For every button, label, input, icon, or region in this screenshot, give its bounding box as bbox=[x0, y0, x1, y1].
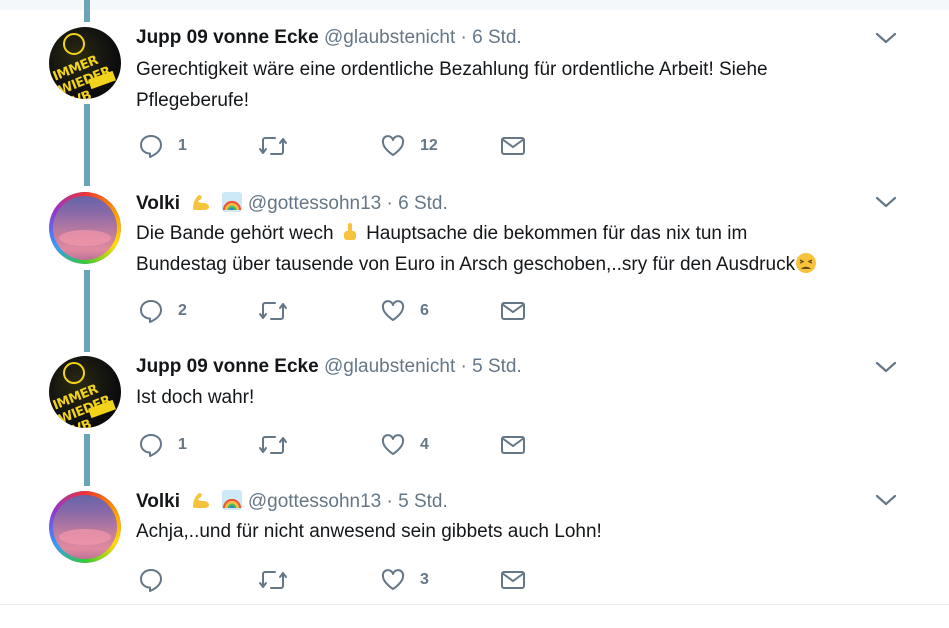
decoration bbox=[59, 230, 111, 246]
rainbow-emoji bbox=[221, 192, 242, 212]
envelope-icon bbox=[501, 137, 525, 155]
bottom-divider bbox=[0, 604, 949, 605]
reply-count: 2 bbox=[178, 302, 187, 319]
reply-button[interactable]: 2 bbox=[138, 297, 187, 325]
tweet-text-line: Bundestag über tausende von Euro in Arsc… bbox=[136, 249, 916, 280]
chevron-down-icon[interactable] bbox=[875, 360, 897, 374]
pointing-up-emoji bbox=[343, 223, 356, 240]
like-button[interactable]: 6 bbox=[380, 297, 429, 325]
avatar[interactable] bbox=[49, 192, 121, 264]
retweet-icon bbox=[259, 571, 287, 589]
envelope-icon bbox=[501, 302, 525, 320]
heart-icon bbox=[381, 434, 405, 455]
user-handle[interactable]: @glaubstenicht bbox=[324, 27, 455, 48]
user-handle[interactable]: @gottessohn13 bbox=[248, 193, 381, 214]
tweet-header: Jupp 09 vonne Ecke @glaubstenicht · 5 St… bbox=[136, 356, 522, 378]
retweet-icon bbox=[259, 137, 287, 155]
timestamp[interactable]: 6 Std. bbox=[472, 27, 522, 48]
user-handle[interactable]: @glaubstenicht bbox=[324, 356, 455, 377]
like-count: 4 bbox=[420, 436, 429, 453]
tweet[interactable]: IMMER WIEDER BVB Jupp 09 vonne Ecke @gla… bbox=[0, 0, 949, 165]
tweet-actions: 3 bbox=[138, 566, 538, 594]
separator-dot: · bbox=[386, 193, 393, 214]
tweet-header: Volki @gottessohn13 · 5 Std. bbox=[136, 489, 448, 513]
tweet-text-segment: Bundestag über tausende von Euro in Arsc… bbox=[136, 254, 796, 275]
separator-dot: · bbox=[460, 356, 467, 377]
user-name[interactable]: Jupp 09 vonne Ecke bbox=[136, 27, 319, 48]
separator-dot: · bbox=[386, 491, 393, 512]
retweet-button[interactable] bbox=[258, 566, 288, 594]
tweet-text-segment: Hauptsache die bekommen für das nix tun … bbox=[366, 223, 748, 244]
tweet-text-line: Ist doch wahr! bbox=[136, 387, 255, 408]
reply-icon bbox=[140, 569, 162, 592]
reply-count: 1 bbox=[178, 137, 187, 154]
timestamp[interactable]: 5 Std. bbox=[398, 491, 448, 512]
decoration bbox=[59, 529, 111, 545]
like-button[interactable]: 4 bbox=[380, 431, 429, 459]
retweet-button[interactable] bbox=[258, 297, 288, 325]
direct-message-button[interactable] bbox=[500, 132, 526, 160]
tweet-text: Gerechtigkeit wäre eine ordentliche Beza… bbox=[136, 54, 916, 116]
rainbow-emoji bbox=[221, 490, 242, 510]
reply-button[interactable] bbox=[138, 566, 178, 594]
tweet-text: Ist doch wahr! bbox=[136, 382, 916, 413]
tweet-header: Volki @gottessohn13 · 6 Std. bbox=[136, 191, 448, 215]
heart-icon bbox=[381, 300, 405, 321]
timestamp[interactable]: 5 Std. bbox=[472, 356, 522, 377]
chevron-down-icon[interactable] bbox=[875, 31, 897, 45]
tweet-text: Achja,..und für nicht anwesend sein gibb… bbox=[136, 516, 916, 547]
avatar[interactable] bbox=[49, 491, 121, 563]
tweet[interactable]: Volki @gottessohn13 · 6 Std. Die Bande g… bbox=[0, 165, 949, 330]
user-handle[interactable]: @gottessohn13 bbox=[248, 491, 381, 512]
tweet-actions: 2 6 bbox=[138, 297, 538, 325]
tweet-text-line: Achja,..und für nicht anwesend sein gibb… bbox=[136, 521, 602, 542]
reply-button[interactable]: 1 bbox=[138, 132, 187, 160]
tweet-text-line: Gerechtigkeit wäre eine ordentliche Beza… bbox=[136, 59, 768, 80]
user-name[interactable]: Jupp 09 vonne Ecke bbox=[136, 356, 319, 377]
retweet-icon bbox=[259, 436, 287, 454]
reply-icon bbox=[140, 434, 162, 457]
like-count: 6 bbox=[420, 302, 429, 319]
envelope-icon bbox=[501, 571, 525, 589]
chevron-down-icon[interactable] bbox=[875, 493, 897, 507]
retweet-button[interactable] bbox=[258, 431, 288, 459]
tweet-text-line: Die Bande gehört wech Hauptsache die bek… bbox=[136, 218, 916, 249]
tired-face-emoji bbox=[796, 253, 817, 273]
user-name[interactable]: Volki bbox=[136, 491, 180, 512]
like-button[interactable]: 3 bbox=[380, 566, 429, 594]
tweet-text-segment: Die Bande gehört wech bbox=[136, 223, 334, 244]
user-name[interactable]: Volki bbox=[136, 193, 180, 214]
flexed-biceps-emoji bbox=[193, 195, 210, 210]
like-count: 3 bbox=[420, 571, 429, 588]
tweet-text: Die Bande gehört wech Hauptsache die bek… bbox=[136, 218, 916, 280]
direct-message-button[interactable] bbox=[500, 566, 526, 594]
heart-icon bbox=[381, 569, 405, 590]
retweet-icon bbox=[259, 302, 287, 320]
direct-message-button[interactable] bbox=[500, 297, 526, 325]
avatar[interactable]: IMMER WIEDER BVB bbox=[49, 27, 121, 99]
tweet-text-line: Pflegeberufe! bbox=[136, 90, 250, 111]
flexed-biceps-emoji bbox=[193, 493, 210, 508]
timestamp[interactable]: 6 Std. bbox=[398, 193, 448, 214]
reply-count: 1 bbox=[178, 436, 187, 453]
tweet-actions: 1 4 bbox=[138, 431, 538, 459]
tweet-header: Jupp 09 vonne Ecke @glaubstenicht · 6 St… bbox=[136, 27, 522, 49]
retweet-button[interactable] bbox=[258, 132, 288, 160]
like-count: 12 bbox=[420, 137, 438, 154]
bvb-crest-icon bbox=[63, 362, 85, 384]
avatar[interactable]: IMMER WIEDER BVB bbox=[49, 356, 121, 428]
separator-dot: · bbox=[460, 27, 467, 48]
reply-icon bbox=[140, 135, 162, 158]
heart-icon bbox=[381, 135, 405, 156]
bvb-crest-icon bbox=[63, 33, 85, 55]
tweet-actions: 1 12 bbox=[138, 132, 538, 160]
reply-icon bbox=[140, 300, 162, 323]
envelope-icon bbox=[501, 436, 525, 454]
chevron-down-icon[interactable] bbox=[875, 195, 897, 209]
reply-button[interactable]: 1 bbox=[138, 431, 187, 459]
like-button[interactable]: 12 bbox=[380, 132, 438, 160]
direct-message-button[interactable] bbox=[500, 431, 526, 459]
